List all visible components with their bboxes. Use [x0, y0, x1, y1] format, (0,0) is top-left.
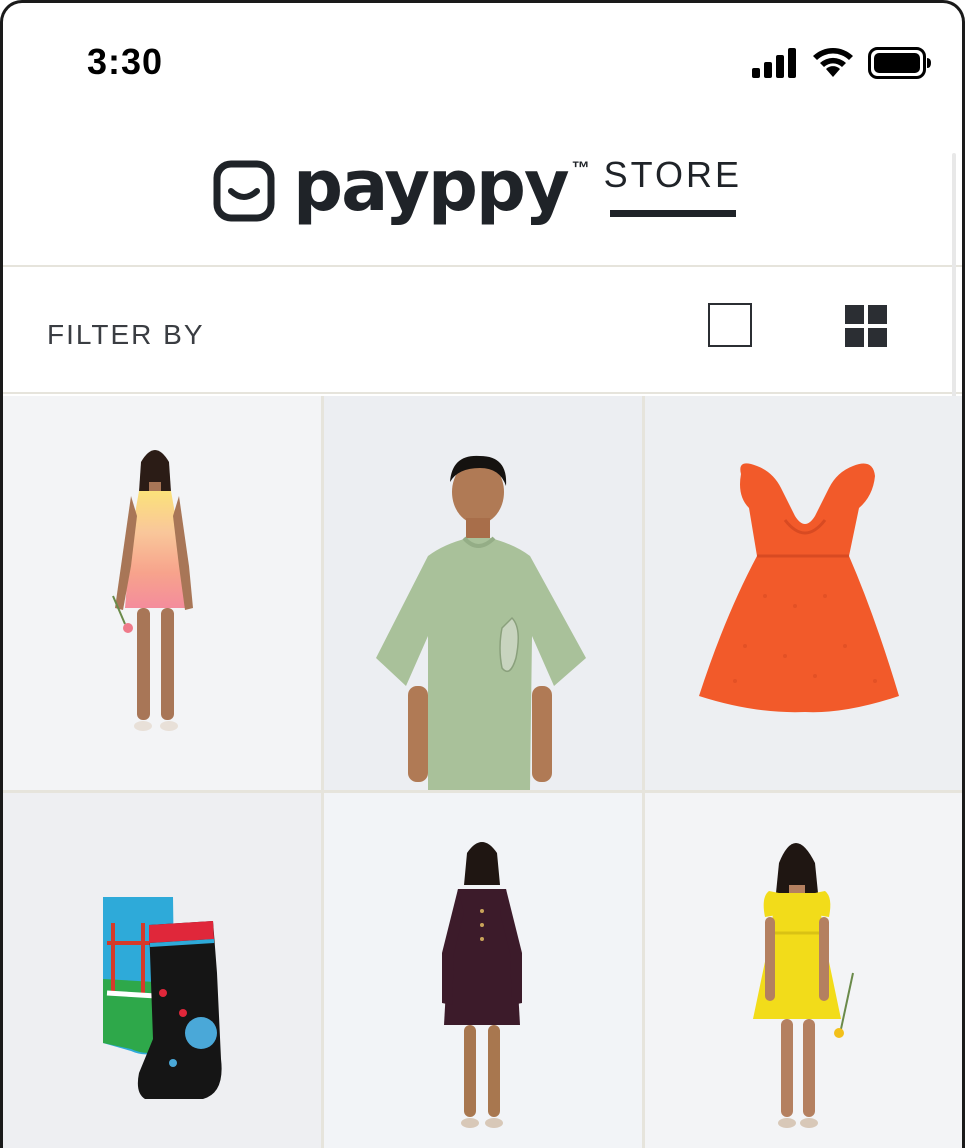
- product-tile-6[interactable]: [645, 793, 962, 1148]
- grid-cell: [845, 328, 864, 347]
- wifi-icon: [813, 48, 853, 77]
- scrollbar[interactable]: [952, 153, 956, 433]
- trademark-symbol: ™: [571, 158, 590, 178]
- orange-dress-image: [699, 463, 899, 713]
- product-tile-1[interactable]: [3, 396, 321, 790]
- payppy-logo[interactable]: payppy ™ STORE: [213, 148, 742, 224]
- single-view-icon[interactable]: [708, 303, 752, 347]
- grid-cell: [868, 305, 887, 324]
- product-tile-2[interactable]: [324, 396, 642, 790]
- status-time: 3:30: [87, 41, 164, 82]
- filter-by-button[interactable]: FILTER BY: [47, 319, 205, 351]
- signal-icon: [752, 48, 796, 78]
- status-icons: [752, 47, 932, 79]
- phone-frame: 3:30 payppy ™ STORE FILTER BY: [0, 0, 965, 1148]
- woman-gradient-dress-image: [112, 450, 193, 731]
- grid-cell: [845, 305, 864, 324]
- woman-maroon-dress-image: [442, 842, 522, 1128]
- brand-name: payppy: [293, 145, 570, 227]
- woman-yellow-dress-image: [753, 843, 854, 1128]
- printed-socks-image: [103, 897, 222, 1099]
- product-tile-4[interactable]: [3, 793, 321, 1148]
- store-active-underline: [609, 210, 736, 217]
- filter-bar: FILTER BY: [3, 269, 962, 394]
- battery-icon: [868, 47, 931, 79]
- status-bar: 3:30: [3, 3, 962, 113]
- grid-view-icon[interactable]: [845, 305, 887, 347]
- store-label: STORE: [603, 154, 743, 195]
- product-tile-5[interactable]: [324, 793, 642, 1148]
- store-tab[interactable]: STORE: [604, 154, 742, 217]
- product-grid: [3, 396, 962, 1148]
- grid-cell: [868, 328, 887, 347]
- man-green-tshirt-image: [376, 455, 586, 790]
- smile-logo-icon: [213, 160, 275, 222]
- product-tile-3[interactable]: [645, 396, 962, 790]
- store-header: payppy ™ STORE: [3, 113, 962, 267]
